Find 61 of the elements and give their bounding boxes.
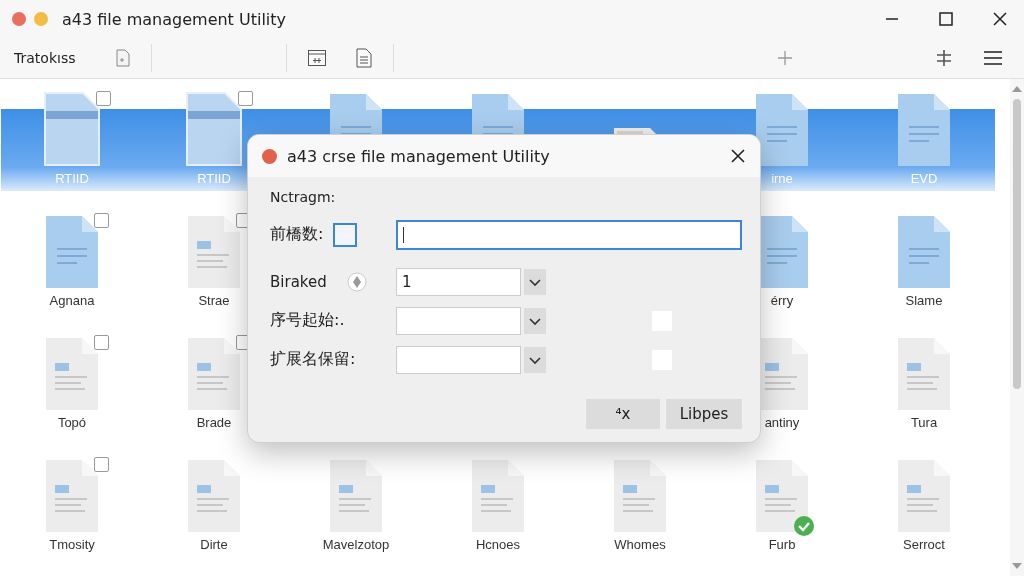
close-icon[interactable] [730,148,746,164]
field-label: 前橋数: [270,224,324,245]
section-label: Nctragm: [270,189,337,205]
combo-field[interactable] [396,306,521,335]
file-name: Agnana [49,293,95,308]
file-name: Brade [196,415,232,430]
calendar-icon[interactable] [307,48,328,68]
dropdown-icon[interactable] [524,346,546,373]
item-checkbox[interactable] [94,213,109,228]
combo-field[interactable]: 1 [396,267,521,296]
file-name: Topó [57,415,87,430]
item-checkbox[interactable] [94,457,109,472]
scroll-thumb[interactable] [1013,99,1021,389]
item-checkbox[interactable] [238,91,253,106]
sliders-icon[interactable] [934,48,954,68]
file-name: Furb [768,537,796,552]
file-name: Tura [910,415,938,430]
document-icon[interactable] [115,49,132,67]
file-name: Serroct [903,537,945,552]
field-label: Biraked [270,272,327,291]
file-name: Mavelzotop [322,537,390,552]
file-name: EVD [910,171,938,186]
dropdown-icon[interactable] [524,307,546,334]
item-checkbox[interactable] [94,335,109,350]
file-name: RTIID [55,171,89,186]
dialog-title: a43 crse file management Utility [287,146,550,166]
field-label: 序号起始:. [270,310,345,331]
dropdown-icon[interactable] [524,268,546,295]
dialog-button[interactable]: ⁴x [586,399,660,429]
file-name: Slame [905,293,943,308]
minimize-dot[interactable] [34,12,48,26]
move-icon[interactable] [776,49,794,67]
file-name: antiny [764,415,800,430]
close-dot[interactable] [12,12,26,26]
file-name: Tmosity [49,537,95,552]
scrollbar[interactable] [1010,79,1024,576]
file-name: Hcnoes [475,537,521,552]
scroll-up-icon[interactable] [1012,85,1022,93]
combo-field[interactable] [396,345,521,374]
item-checkbox[interactable] [96,91,111,106]
folder-file-icon[interactable] [43,91,101,167]
file-name: Whomes [614,537,666,552]
maximize-icon[interactable] [938,11,954,27]
file-name: Dirte [200,537,228,552]
folder-file-icon[interactable] [185,91,243,167]
file-name: RTIID [197,171,231,186]
toolbar-label[interactable]: Tratokıss [14,50,76,66]
close-dot[interactable] [262,148,277,164]
document-icon[interactable] [355,48,374,68]
file-name: Strae [198,293,230,308]
dialog-button[interactable]: Libpes [666,399,742,429]
text-field[interactable] [396,219,742,250]
file-name: érry [770,293,794,308]
spinner-icon[interactable] [346,271,367,292]
checkbox[interactable] [333,222,358,247]
close-icon[interactable] [992,11,1008,27]
menu-icon[interactable] [982,49,1004,67]
field-label: 扩展名保留: [270,349,356,370]
file-name: irne [771,171,793,186]
scroll-down-icon[interactable] [1012,562,1022,570]
window-title: a43 file management Utility [62,9,287,29]
